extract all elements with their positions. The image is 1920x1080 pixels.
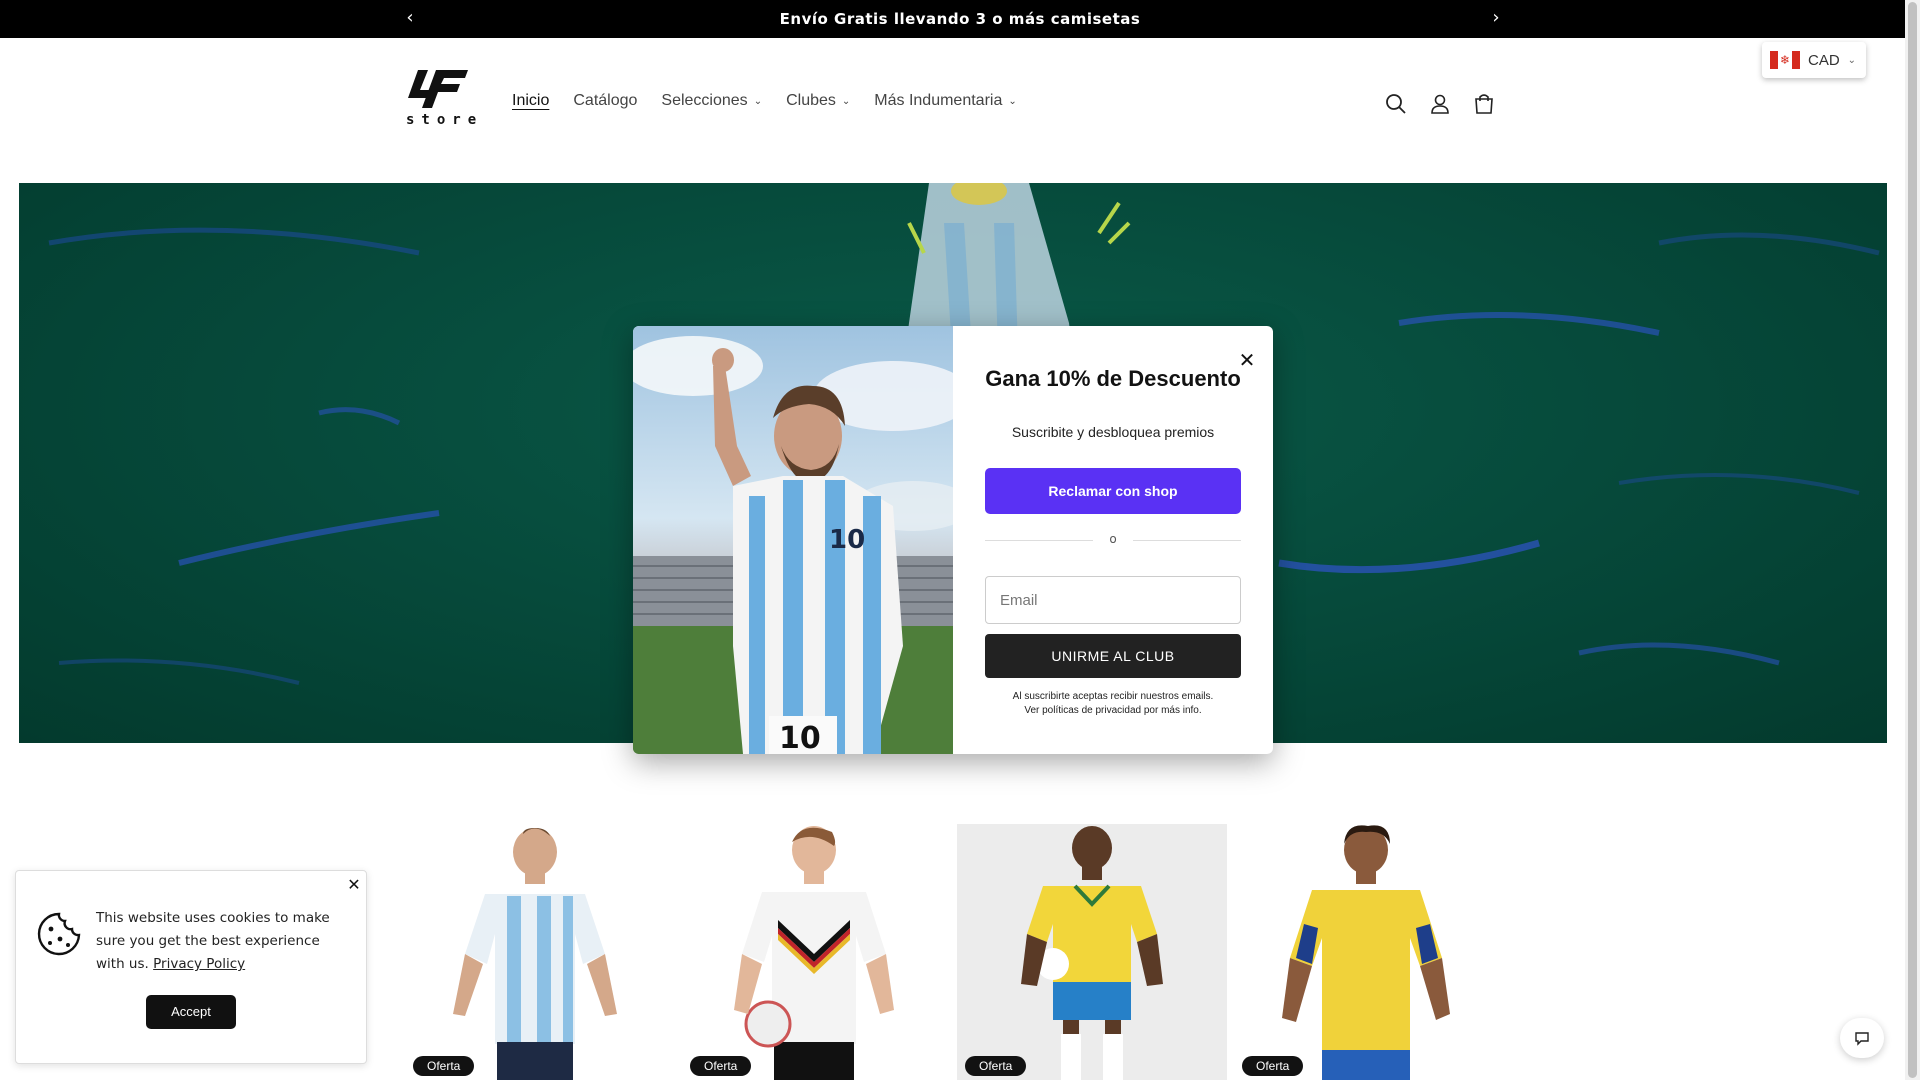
chevron-down-icon: ⌄ [1008, 95, 1017, 107]
cart-icon[interactable] [1468, 88, 1500, 120]
accept-button[interactable]: Accept [146, 995, 236, 1029]
legal-line-1: Al suscribirte aceptas recibir nuestros … [1012, 691, 1214, 702]
chevron-down-icon: ⌄ [841, 95, 851, 107]
nav-item-catalogo[interactable]: Catálogo [573, 92, 637, 110]
nav-label: Más Indumentaria [874, 92, 1003, 109]
shop-brand: shop [1144, 483, 1178, 499]
cookie-text: This website uses cookies to make sure y… [96, 907, 346, 976]
legal-line-2: Ver políticas de privacidad por más info… [1024, 705, 1202, 716]
currency-code: CAD [1808, 51, 1840, 69]
cookie-banner: ✕ This website uses cookies to make sure… [15, 870, 367, 1064]
sale-badge: Oferta [690, 1056, 752, 1076]
privacy-policy-link[interactable]: Privacy Policy [153, 956, 245, 972]
product-card-colombia[interactable]: Oferta [1234, 824, 1504, 1080]
announcement-bar: ‹ Envío Gratis llevando 3 o más camiseta… [0, 0, 1920, 38]
sale-badge: Oferta [413, 1056, 475, 1076]
logo-word: store [406, 112, 484, 128]
product-image [453, 828, 617, 1080]
nav-label: Selecciones [661, 92, 748, 109]
store-logo[interactable]: store [400, 68, 480, 132]
product-image [1282, 825, 1450, 1080]
product-image [734, 826, 894, 1080]
nav-item-clubes[interactable]: Clubes ⌄ [786, 92, 850, 110]
account-icon[interactable] [1424, 88, 1456, 120]
nav-item-selecciones[interactable]: Selecciones ⌄ [661, 92, 762, 110]
product-card-germany[interactable]: Oferta [682, 824, 952, 1080]
shop-pay-button[interactable]: Reclamar con shop [985, 468, 1241, 514]
chat-button[interactable] [1840, 1018, 1884, 1058]
discount-popup: 10 10 ✕ Gana 10% de Descuento Suscribite… [633, 326, 1273, 754]
search-icon[interactable] [1380, 88, 1412, 120]
currency-selector[interactable]: ❄ CAD ⌄ [1762, 42, 1866, 78]
popup-content: ✕ Gana 10% de Descuento Suscribite y des… [953, 326, 1273, 754]
canada-flag-icon: ❄ [1770, 51, 1800, 69]
chat-icon [1855, 1032, 1869, 1046]
or-divider: o [985, 532, 1241, 548]
nav-label: Clubes [786, 92, 836, 109]
email-field[interactable] [985, 576, 1241, 624]
site-header: store Inicio Catálogo Selecciones ⌄ Clube… [0, 38, 1920, 178]
sale-badge: Oferta [1242, 1056, 1304, 1076]
nav-item-inicio[interactable]: Inicio [512, 92, 549, 110]
chevron-right-icon[interactable]: › [1484, 6, 1508, 30]
popup-subtitle: Suscribite y desbloquea premios [1011, 424, 1215, 440]
scrollbar[interactable] [1905, 0, 1920, 1080]
logo-mark-icon [408, 70, 468, 108]
close-icon[interactable]: ✕ [344, 875, 364, 895]
nav-item-mas-indumentaria[interactable]: Más Indumentaria ⌄ [874, 92, 1016, 110]
shop-button-prefix: Reclamar con [1048, 483, 1141, 499]
scrollbar-thumb[interactable] [1908, 2, 1917, 1078]
popup-image: 10 10 [633, 326, 953, 754]
divider-text: o [1109, 532, 1117, 546]
chevron-down-icon: ⌄ [1847, 54, 1857, 66]
jersey-number: 10 [829, 525, 865, 555]
chevron-down-icon: ⌄ [753, 95, 763, 107]
sale-badge: Oferta [965, 1056, 1027, 1076]
popup-title: Gana 10% de Descuento [985, 366, 1241, 391]
page: ‹ Envío Gratis llevando 3 o más camiseta… [0, 0, 1920, 1080]
main-nav: Inicio Catálogo Selecciones ⌄ Clubes ⌄ Más… [512, 92, 1041, 110]
announcement-message: Envío Gratis llevando 3 o más camisetas [779, 10, 1141, 28]
nav-label: Inicio [512, 92, 550, 109]
join-club-button[interactable]: UNIRME AL CLUB [985, 634, 1241, 678]
product-card-brazil[interactable]: Oferta [957, 824, 1227, 1080]
nav-label: Catálogo [573, 92, 638, 109]
cookie-icon [37, 912, 81, 956]
jersey-number: 10 [779, 721, 821, 754]
legal-text: Al suscribirte aceptas recibir nuestros … [973, 690, 1253, 718]
product-image [1021, 826, 1163, 1080]
product-card-argentina[interactable]: Oferta [405, 824, 675, 1080]
